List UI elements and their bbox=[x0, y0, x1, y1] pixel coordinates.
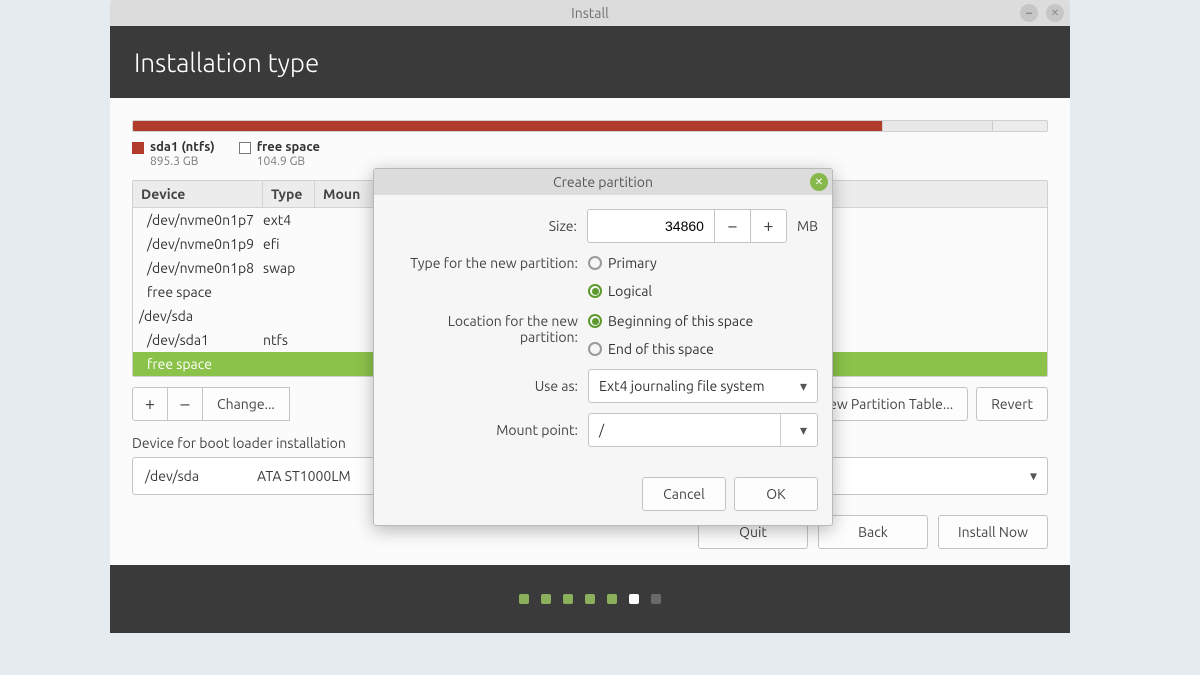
revert-button[interactable]: Revert bbox=[976, 387, 1048, 421]
legend-item: sda1 (ntfs) 895.3 GB bbox=[132, 140, 215, 168]
location-label: Location for the new partition: bbox=[388, 311, 588, 345]
progress-dot bbox=[629, 594, 639, 604]
legend-size: 104.9 GB bbox=[257, 155, 320, 168]
useas-label: Use as: bbox=[388, 378, 588, 394]
disk-seg-tail bbox=[992, 121, 1047, 131]
useas-value: Ext4 journaling file system bbox=[599, 378, 765, 394]
cell-type bbox=[263, 282, 315, 302]
cell-type: ext4 bbox=[263, 210, 315, 230]
cell-type: ntfs bbox=[263, 330, 315, 350]
cell-type: efi bbox=[263, 234, 315, 254]
cell-device: /dev/nvme0n1p9 bbox=[133, 234, 263, 254]
radio-primary-label: Primary bbox=[608, 255, 657, 271]
useas-select[interactable]: Ext4 journaling file system ▾ bbox=[588, 369, 818, 403]
legend-swatch-filled-icon bbox=[132, 142, 144, 154]
dialog-titlebar: Create partition ✕ bbox=[374, 169, 832, 195]
minimize-icon[interactable] bbox=[1020, 4, 1038, 22]
legend-name: sda1 (ntfs) bbox=[150, 140, 215, 154]
mount-value: / bbox=[599, 422, 604, 438]
progress-dot bbox=[519, 594, 529, 604]
radio-logical[interactable]: Logical bbox=[588, 281, 818, 301]
mount-combobox[interactable]: / ▾ bbox=[588, 413, 818, 447]
cell-device: free space bbox=[133, 282, 263, 302]
radio-icon bbox=[588, 314, 602, 328]
cancel-button[interactable]: Cancel bbox=[642, 477, 726, 511]
radio-icon bbox=[588, 342, 602, 356]
col-type[interactable]: Type bbox=[263, 181, 315, 207]
bootloader-desc: ATA ST1000LM bbox=[257, 468, 351, 484]
ok-button[interactable]: OK bbox=[734, 477, 818, 511]
disk-seg-free bbox=[882, 121, 992, 131]
cell-type bbox=[263, 306, 315, 326]
legend-swatch-open-icon bbox=[239, 142, 251, 154]
chevron-down-icon: ▾ bbox=[1030, 468, 1037, 485]
legend-name: free space bbox=[257, 140, 320, 154]
back-button[interactable]: Back bbox=[818, 515, 928, 549]
mount-label: Mount point: bbox=[388, 422, 588, 438]
window-titlebar: Install bbox=[110, 0, 1070, 26]
size-unit: MB bbox=[797, 218, 818, 234]
radio-loc-begin-label: Beginning of this space bbox=[608, 313, 753, 329]
type-label: Type for the new partition: bbox=[388, 253, 588, 271]
progress-dot bbox=[607, 594, 617, 604]
legend-item: free space 104.9 GB bbox=[239, 140, 320, 168]
radio-loc-end[interactable]: End of this space bbox=[588, 339, 818, 359]
size-stepper[interactable]: − + bbox=[587, 209, 787, 243]
cell-device: /dev/sda bbox=[133, 306, 263, 326]
bootloader-device: /dev/sda bbox=[145, 468, 257, 484]
col-device[interactable]: Device bbox=[133, 181, 263, 207]
change-partition-button[interactable]: Change... bbox=[202, 387, 290, 421]
radio-primary[interactable]: Primary bbox=[588, 253, 818, 273]
chevron-down-icon: ▾ bbox=[800, 422, 807, 439]
disk-legend: sda1 (ntfs) 895.3 GB free space 104.9 GB bbox=[132, 140, 1048, 168]
progress-dots bbox=[110, 565, 1070, 633]
progress-dot bbox=[585, 594, 595, 604]
chevron-down-icon: ▾ bbox=[800, 378, 807, 395]
page-heading: Installation type bbox=[110, 26, 1070, 98]
close-icon[interactable] bbox=[1046, 4, 1064, 22]
size-decrement-button[interactable]: − bbox=[714, 209, 750, 243]
progress-dot bbox=[541, 594, 551, 604]
cell-type bbox=[263, 354, 315, 374]
create-partition-dialog: Create partition ✕ Size: − + MB Type for… bbox=[373, 168, 833, 526]
radio-logical-label: Logical bbox=[608, 283, 652, 299]
window-title: Install bbox=[571, 5, 609, 21]
cell-device: free space bbox=[133, 354, 263, 374]
install-button[interactable]: Install Now bbox=[938, 515, 1048, 549]
legend-size: 895.3 GB bbox=[150, 155, 215, 168]
page-title: Installation type bbox=[134, 48, 319, 77]
cell-device: /dev/nvme0n1p8 bbox=[133, 258, 263, 278]
disk-usage-bar bbox=[132, 120, 1048, 132]
size-label: Size: bbox=[388, 218, 587, 234]
cell-type: swap bbox=[263, 258, 315, 278]
radio-icon bbox=[588, 284, 602, 298]
cell-device: /dev/nvme0n1p7 bbox=[133, 210, 263, 230]
progress-dot bbox=[651, 594, 661, 604]
disk-seg-used bbox=[133, 121, 882, 131]
radio-icon bbox=[588, 256, 602, 270]
add-partition-button[interactable]: + bbox=[132, 387, 168, 421]
dialog-close-icon[interactable]: ✕ bbox=[810, 173, 828, 191]
dialog-title: Create partition bbox=[553, 174, 653, 190]
cell-device: /dev/sda1 bbox=[133, 330, 263, 350]
radio-loc-end-label: End of this space bbox=[608, 341, 714, 357]
remove-partition-button[interactable]: – bbox=[167, 387, 203, 421]
radio-loc-begin[interactable]: Beginning of this space bbox=[588, 311, 818, 331]
progress-dot bbox=[563, 594, 573, 604]
size-input[interactable] bbox=[588, 210, 714, 242]
size-increment-button[interactable]: + bbox=[750, 209, 786, 243]
